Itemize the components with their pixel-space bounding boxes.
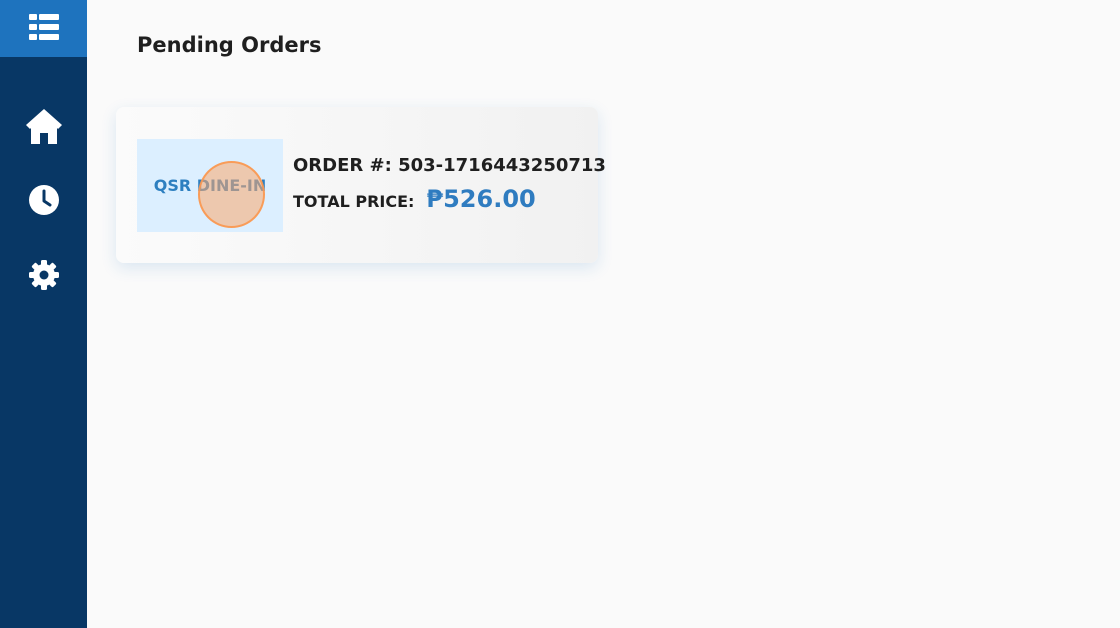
sidebar: [0, 0, 87, 628]
sidebar-item-history[interactable]: [0, 172, 87, 232]
page-title: Pending Orders: [137, 33, 322, 57]
clock-icon: [28, 184, 60, 220]
home-icon: [24, 106, 64, 150]
sidebar-item-home[interactable]: [0, 98, 87, 158]
order-type-badge: QSR DINE-IN: [137, 139, 283, 232]
gear-icon: [28, 259, 60, 295]
main-content: Pending Orders QSR DINE-IN ORDER #: 503-…: [87, 0, 1120, 628]
sidebar-item-settings[interactable]: [0, 247, 87, 307]
total-price-label: TOTAL PRICE:: [293, 192, 415, 211]
list-grid-icon: [28, 13, 59, 44]
total-price-row: TOTAL PRICE: ₱526.00: [293, 185, 536, 213]
total-price-value: ₱526.00: [426, 185, 536, 213]
sidebar-menu-button[interactable]: [0, 0, 87, 57]
order-number: ORDER #: 503-1716443250713: [293, 155, 606, 176]
app-root: Pending Orders QSR DINE-IN ORDER #: 503-…: [0, 0, 1120, 628]
pending-order-card[interactable]: QSR DINE-IN ORDER #: 503-1716443250713 T…: [116, 107, 606, 263]
